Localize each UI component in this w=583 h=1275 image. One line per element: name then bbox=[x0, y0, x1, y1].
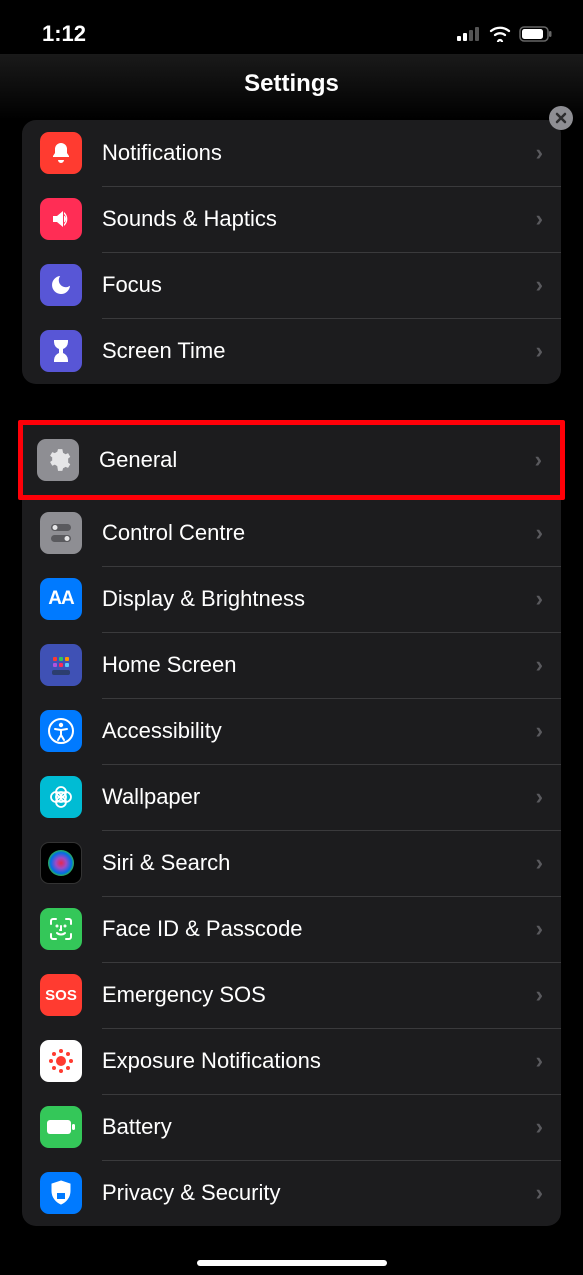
chevron-icon: › bbox=[536, 586, 561, 612]
siri-icon bbox=[40, 842, 82, 884]
row-label: Emergency SOS bbox=[102, 982, 536, 1008]
chevron-icon: › bbox=[536, 140, 561, 166]
sos-icon: SOS bbox=[40, 974, 82, 1016]
row-notifications[interactable]: Notifications › bbox=[22, 120, 561, 186]
exposure-icon bbox=[40, 1040, 82, 1082]
home-screen-icon bbox=[40, 644, 82, 686]
row-general[interactable]: General › bbox=[23, 425, 560, 495]
row-label: Focus bbox=[102, 272, 536, 298]
sounds-icon bbox=[40, 198, 82, 240]
row-control-centre[interactable]: Control Centre › bbox=[22, 500, 561, 566]
row-label: Siri & Search bbox=[102, 850, 536, 876]
chevron-icon: › bbox=[536, 784, 561, 810]
wallpaper-icon bbox=[40, 776, 82, 818]
page-header: Settings bbox=[0, 54, 583, 120]
notifications-icon bbox=[40, 132, 82, 174]
row-exposure-notifications[interactable]: Exposure Notifications › bbox=[22, 1028, 561, 1094]
row-privacy-security[interactable]: Privacy & Security › bbox=[22, 1160, 561, 1226]
focus-icon bbox=[40, 264, 82, 306]
row-screen-time[interactable]: Screen Time › bbox=[22, 318, 561, 384]
row-accessibility[interactable]: Accessibility › bbox=[22, 698, 561, 764]
row-battery[interactable]: Battery › bbox=[22, 1094, 561, 1160]
chevron-icon: › bbox=[535, 447, 560, 473]
chevron-icon: › bbox=[536, 1048, 561, 1074]
row-label: General bbox=[99, 447, 535, 473]
battery-icon bbox=[519, 26, 553, 42]
status-time: 1:12 bbox=[42, 21, 86, 47]
row-sounds-haptics[interactable]: Sounds & Haptics › bbox=[22, 186, 561, 252]
chevron-icon: › bbox=[536, 982, 561, 1008]
settings-group-2: Control Centre › AA Display & Brightness… bbox=[22, 500, 561, 1226]
accessibility-icon bbox=[40, 710, 82, 752]
row-focus[interactable]: Focus › bbox=[22, 252, 561, 318]
row-label: Display & Brightness bbox=[102, 586, 536, 612]
row-emergency-sos[interactable]: SOS Emergency SOS › bbox=[22, 962, 561, 1028]
status-bar: 1:12 bbox=[0, 0, 583, 54]
row-label: Sounds & Haptics bbox=[102, 206, 536, 232]
row-label: Notifications bbox=[102, 140, 536, 166]
general-icon bbox=[37, 439, 79, 481]
row-label: Wallpaper bbox=[102, 784, 536, 810]
row-label: Control Centre bbox=[102, 520, 536, 546]
chevron-icon: › bbox=[536, 718, 561, 744]
chevron-icon: › bbox=[536, 652, 561, 678]
signal-icon bbox=[457, 27, 481, 41]
row-home-screen[interactable]: Home Screen › bbox=[22, 632, 561, 698]
row-label: Face ID & Passcode bbox=[102, 916, 536, 942]
battery-row-icon bbox=[40, 1106, 82, 1148]
row-label: Screen Time bbox=[102, 338, 536, 364]
face-id-icon bbox=[40, 908, 82, 950]
chevron-icon: › bbox=[536, 1114, 561, 1140]
row-siri-search[interactable]: Siri & Search › bbox=[22, 830, 561, 896]
chevron-icon: › bbox=[536, 272, 561, 298]
status-icons bbox=[457, 26, 553, 42]
row-label: Home Screen bbox=[102, 652, 536, 678]
home-indicator[interactable] bbox=[197, 1260, 387, 1266]
close-button[interactable] bbox=[549, 106, 573, 130]
chevron-icon: › bbox=[536, 520, 561, 546]
chevron-icon: › bbox=[536, 1180, 561, 1206]
control-centre-icon bbox=[40, 512, 82, 554]
row-display-brightness[interactable]: AA Display & Brightness › bbox=[22, 566, 561, 632]
chevron-icon: › bbox=[536, 916, 561, 942]
wifi-icon bbox=[489, 26, 511, 42]
chevron-icon: › bbox=[536, 206, 561, 232]
row-label: Privacy & Security bbox=[102, 1180, 536, 1206]
settings-group-1: Notifications › Sounds & Haptics › Focus… bbox=[22, 120, 561, 384]
highlight-annotation: General › bbox=[18, 420, 565, 500]
close-icon bbox=[555, 112, 567, 124]
display-icon: AA bbox=[40, 578, 82, 620]
chevron-icon: › bbox=[536, 850, 561, 876]
privacy-icon bbox=[40, 1172, 82, 1214]
page-title: Settings bbox=[0, 70, 583, 98]
chevron-icon: › bbox=[536, 338, 561, 364]
row-label: Exposure Notifications bbox=[102, 1048, 536, 1074]
row-label: Accessibility bbox=[102, 718, 536, 744]
row-wallpaper[interactable]: Wallpaper › bbox=[22, 764, 561, 830]
screen-time-icon bbox=[40, 330, 82, 372]
row-label: Battery bbox=[102, 1114, 536, 1140]
row-face-id-passcode[interactable]: Face ID & Passcode › bbox=[22, 896, 561, 962]
